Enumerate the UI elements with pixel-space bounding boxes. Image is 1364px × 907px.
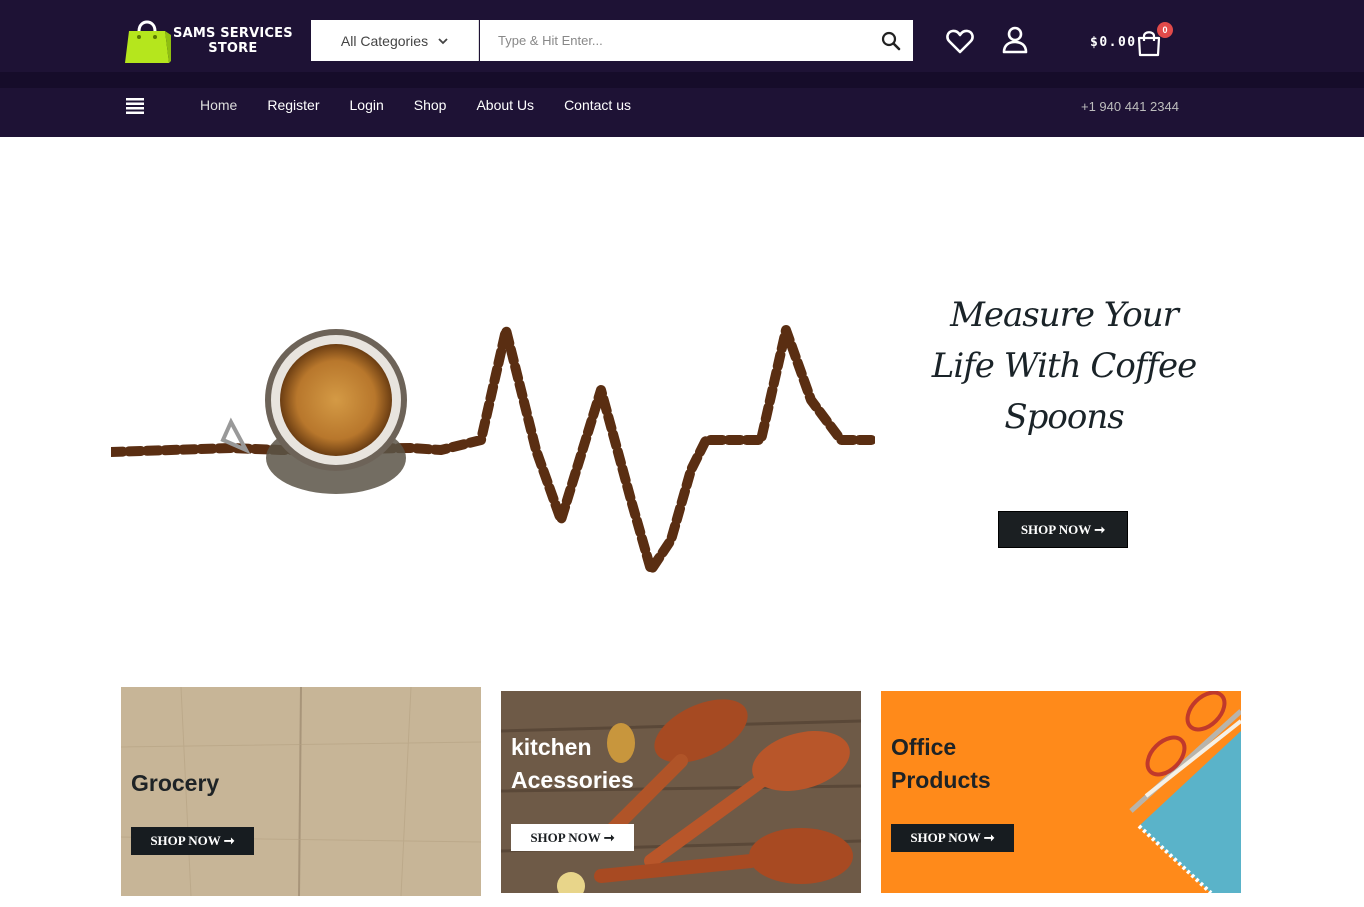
hero-title-line3: Spoons xyxy=(1004,397,1124,437)
nav-register[interactable]: Register xyxy=(267,97,319,113)
nav-about-us[interactable]: About Us xyxy=(476,97,534,113)
cart-count-badge: 0 xyxy=(1157,22,1173,38)
card-grocery[interactable]: Grocery SHOP NOW ➞ xyxy=(121,687,481,896)
nav-home[interactable]: Home xyxy=(200,97,237,113)
logo-line1: SAMS SERVICES xyxy=(173,26,293,41)
category-select-label: All Categories xyxy=(340,32,429,49)
store-logo[interactable]: SAMS SERVICES STORE xyxy=(125,17,293,65)
coffee-heartbeat-image xyxy=(111,325,875,575)
logo-text: SAMS SERVICES STORE xyxy=(173,26,293,56)
search-input[interactable] xyxy=(480,20,860,61)
nav-login[interactable]: Login xyxy=(350,97,384,113)
category-select[interactable]: All Categories xyxy=(311,20,479,61)
header-divider xyxy=(0,72,1364,88)
coffee-bean-line xyxy=(111,325,875,575)
chevron-down-icon xyxy=(438,37,448,44)
heart-icon[interactable] xyxy=(946,28,974,54)
hero-title-line2: Life With Coffee xyxy=(931,346,1197,386)
card-kitchen-title: kitchen Acessories xyxy=(511,731,634,797)
search-bar xyxy=(480,20,913,61)
shopping-bag-logo-icon xyxy=(125,20,171,63)
card-kitchen[interactable]: kitchen Acessories SHOP NOW ➞ xyxy=(501,691,861,893)
card-kitchen-title-line1: kitchen xyxy=(511,734,592,760)
search-icon[interactable] xyxy=(881,31,901,51)
phone-number: +1 940 441 2344 xyxy=(1081,99,1179,114)
nav-shop[interactable]: Shop xyxy=(414,97,447,113)
card-kitchen-shop-button[interactable]: SHOP NOW ➞ xyxy=(511,824,634,851)
cart-total[interactable]: $0.00 xyxy=(1090,35,1137,50)
card-office-shop-button[interactable]: SHOP NOW ➞ xyxy=(891,824,1014,852)
card-office-title: Office Products xyxy=(891,731,991,797)
card-office-title-line1: Office xyxy=(891,734,957,760)
hero-title: Measure Your Life With Coffee Spoons xyxy=(930,290,1198,443)
hamburger-menu-icon[interactable] xyxy=(126,97,144,115)
main-nav: Home Register Login Shop About Us Contac… xyxy=(200,97,661,113)
user-icon[interactable] xyxy=(1002,26,1028,54)
card-office-title-line2: Products xyxy=(891,767,991,793)
hero-title-line1: Measure Your xyxy=(950,295,1179,335)
card-kitchen-title-line2: Acessories xyxy=(511,767,634,793)
card-office[interactable]: Office Products SHOP NOW ➞ xyxy=(881,691,1241,893)
card-grocery-shop-button[interactable]: SHOP NOW ➞ xyxy=(131,827,254,855)
nav-contact-us[interactable]: Contact us xyxy=(564,97,631,113)
card-grocery-title: Grocery xyxy=(131,770,220,796)
logo-line2: STORE xyxy=(208,41,258,56)
hero-shop-now-button[interactable]: SHOP NOW ➞ xyxy=(998,511,1128,548)
